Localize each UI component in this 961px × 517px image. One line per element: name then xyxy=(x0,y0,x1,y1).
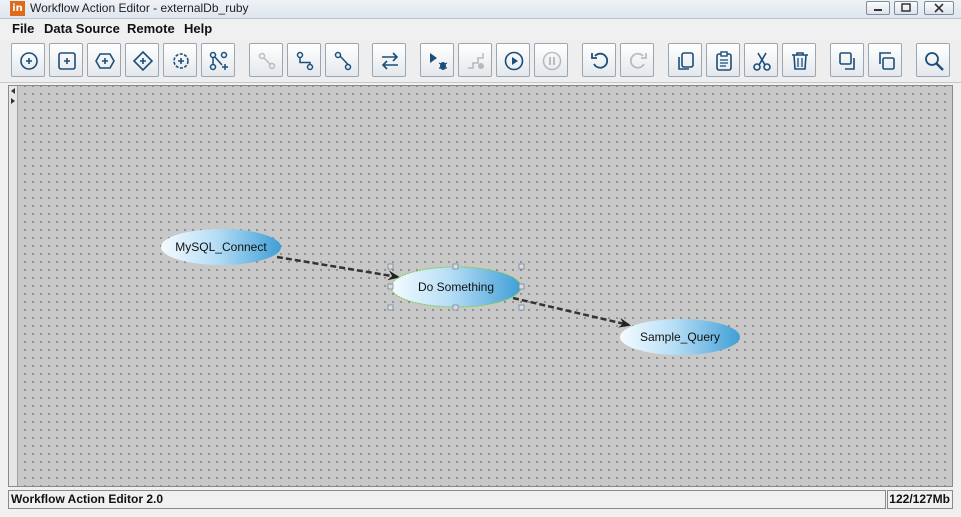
link-up-button[interactable] xyxy=(325,43,359,77)
pause-button[interactable] xyxy=(534,43,568,77)
add-gear-button[interactable] xyxy=(163,43,197,77)
bring-front-icon xyxy=(839,52,855,70)
minimize-button[interactable] xyxy=(866,1,890,15)
delete-button[interactable] xyxy=(782,43,816,77)
node-do-something-label: Do Something xyxy=(418,280,494,294)
cut-icon xyxy=(753,52,771,71)
swap-button[interactable] xyxy=(372,43,406,77)
minimize-icon xyxy=(874,9,882,11)
step-button[interactable] xyxy=(458,43,492,77)
close-icon xyxy=(934,3,944,13)
redo-button[interactable] xyxy=(620,43,654,77)
undo-button[interactable] xyxy=(582,43,616,77)
add-square-button[interactable] xyxy=(49,43,83,77)
send-back-icon xyxy=(879,52,895,70)
cut-button[interactable] xyxy=(744,43,778,77)
redo-icon xyxy=(629,52,647,69)
close-button[interactable] xyxy=(924,1,954,15)
memory-indicator: 122/127Mb xyxy=(887,490,953,509)
menu-data-source[interactable]: Data Source xyxy=(44,21,120,36)
maximize-button[interactable] xyxy=(894,1,918,15)
bring-front-button[interactable] xyxy=(830,43,864,77)
debug-button[interactable] xyxy=(420,43,454,77)
add-circle-icon xyxy=(20,52,38,70)
link-down-button[interactable] xyxy=(287,43,321,77)
status-text: Workflow Action Editor 2.0 xyxy=(8,490,886,509)
edge-mysql-to-dosomething[interactable] xyxy=(276,255,400,281)
zoom-button[interactable] xyxy=(916,43,950,77)
add-square-icon xyxy=(58,52,76,70)
node-mysql-connect-label: MySQL_Connect xyxy=(175,240,267,254)
menu-remote[interactable]: Remote xyxy=(127,21,175,36)
swap-icon xyxy=(381,52,399,70)
play-icon xyxy=(504,51,524,71)
copy-icon xyxy=(678,52,694,70)
step-icon xyxy=(468,53,484,69)
add-gear-icon xyxy=(173,53,189,69)
add-fork-button[interactable] xyxy=(201,43,235,77)
paste-button[interactable] xyxy=(706,43,740,77)
add-hexagon-icon xyxy=(95,53,115,69)
send-back-button[interactable] xyxy=(868,43,902,77)
connect-icon xyxy=(258,52,276,70)
link-up-icon xyxy=(334,51,352,71)
undo-icon xyxy=(591,52,609,69)
maximize-icon xyxy=(901,3,911,12)
menu-bar: File Data Source Remote Help xyxy=(0,19,961,39)
play-button[interactable] xyxy=(496,43,530,77)
delete-icon xyxy=(792,52,808,70)
menu-file[interactable]: File xyxy=(12,21,34,36)
paste-icon xyxy=(716,51,732,71)
toolbar xyxy=(0,40,961,83)
add-circle-button[interactable] xyxy=(11,43,45,77)
debug-icon xyxy=(430,53,448,70)
add-fork-icon xyxy=(209,51,228,71)
title-bar: in Workflow Action Editor - externalDb_r… xyxy=(0,0,961,19)
zoom-icon xyxy=(925,52,944,71)
app-logo-icon: in xyxy=(10,1,25,16)
pause-icon xyxy=(542,51,562,71)
node-sample-query[interactable]: Sample_Query xyxy=(620,319,740,355)
workflow-canvas[interactable]: MySQL_Connect Do Something Sample_Query xyxy=(8,85,953,487)
window-title: Workflow Action Editor - externalDb_ruby xyxy=(30,1,249,15)
add-diamond-button[interactable] xyxy=(125,43,159,77)
connect-button[interactable] xyxy=(249,43,283,77)
copy-button[interactable] xyxy=(668,43,702,77)
edge-dosomething-to-sample[interactable] xyxy=(512,296,631,328)
node-sample-query-label: Sample_Query xyxy=(640,330,720,344)
link-down-icon xyxy=(296,51,314,71)
status-bar: Workflow Action Editor 2.0 122/127Mb xyxy=(0,488,961,517)
workflow-graph: MySQL_Connect Do Something Sample_Query xyxy=(161,229,740,355)
add-diamond-icon xyxy=(132,50,154,72)
node-mysql-connect[interactable]: MySQL_Connect xyxy=(161,229,281,265)
node-do-something[interactable]: Do Something xyxy=(387,263,525,311)
add-hexagon-button[interactable] xyxy=(87,43,121,77)
menu-help[interactable]: Help xyxy=(184,21,212,36)
